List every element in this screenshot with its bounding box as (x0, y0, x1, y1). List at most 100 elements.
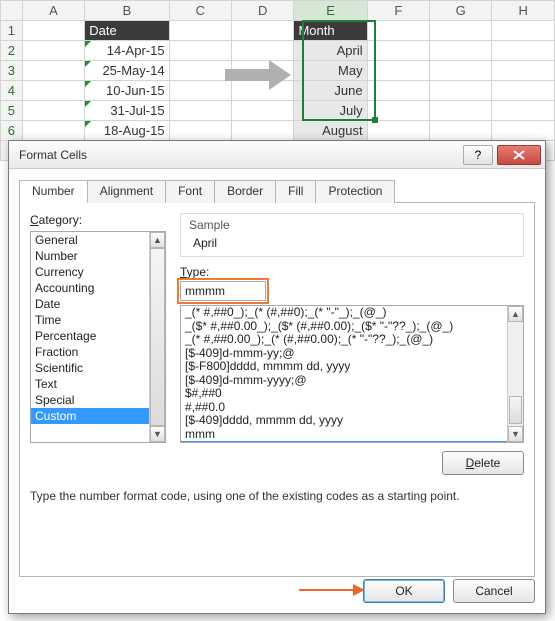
category-item[interactable]: Special (31, 392, 165, 408)
cell[interactable] (232, 101, 294, 121)
cell-E1[interactable]: Month (294, 21, 367, 41)
cell[interactable] (492, 121, 555, 141)
cell[interactable] (169, 41, 231, 61)
format-item[interactable]: [$-409]dddd, mmmm dd, yyyy (181, 414, 523, 428)
format-item[interactable]: [$-409]d-mmm-yy;@ (181, 347, 523, 361)
cell-B6[interactable]: 18-Aug-15 (85, 121, 169, 141)
cell[interactable] (492, 101, 555, 121)
format-item[interactable]: _(* #,##0.00_);_(* (#,##0.00);_(* "-"??_… (181, 333, 523, 347)
category-item[interactable]: Currency (31, 264, 165, 280)
cell[interactable] (22, 21, 84, 41)
cell[interactable] (232, 61, 294, 81)
category-item[interactable]: Scientific (31, 360, 165, 376)
cell[interactable] (430, 101, 492, 121)
cell[interactable] (492, 41, 555, 61)
category-item[interactable]: Date (31, 296, 165, 312)
row-header-6[interactable]: 6 (1, 121, 23, 141)
category-item[interactable]: General (31, 232, 165, 248)
scroll-thumb[interactable] (509, 396, 522, 424)
tab-protection[interactable]: Protection (315, 180, 395, 203)
scroll-down-icon[interactable]: ▼ (508, 426, 523, 442)
row-header-5[interactable]: 5 (1, 101, 23, 121)
col-header-D[interactable]: D (232, 1, 294, 21)
cell[interactable] (430, 121, 492, 141)
category-listbox[interactable]: General Number Currency Accounting Date … (30, 231, 166, 443)
scroll-up-icon[interactable]: ▲ (150, 232, 165, 248)
cell[interactable] (492, 81, 555, 101)
cell[interactable] (22, 101, 84, 121)
col-header-E[interactable]: E (294, 1, 367, 21)
scroll-down-icon[interactable]: ▼ (150, 426, 165, 442)
cell[interactable] (430, 81, 492, 101)
cell[interactable] (232, 21, 294, 41)
category-item[interactable]: Text (31, 376, 165, 392)
col-header-B[interactable]: B (85, 1, 169, 21)
tab-border[interactable]: Border (214, 180, 276, 203)
cell[interactable] (430, 21, 492, 41)
col-header-G[interactable]: G (430, 1, 492, 21)
cell[interactable] (367, 101, 429, 121)
format-item[interactable]: [$-409]d-mmm-yyyy;@ (181, 374, 523, 388)
cell[interactable] (367, 61, 429, 81)
cell[interactable] (22, 41, 84, 61)
format-item[interactable]: [$-F800]dddd, mmmm dd, yyyy (181, 360, 523, 374)
type-input[interactable] (180, 281, 266, 301)
row-header-3[interactable]: 3 (1, 61, 23, 81)
cell[interactable] (169, 121, 231, 141)
cell-B5[interactable]: 31-Jul-15 (85, 101, 169, 121)
format-code-listbox[interactable]: _(* #,##0_);_(* (#,##0);_(* "-"_);_(@_) … (180, 305, 524, 443)
cell[interactable] (492, 21, 555, 41)
category-item[interactable]: Percentage (31, 328, 165, 344)
cell[interactable] (169, 81, 231, 101)
cell-E6[interactable]: August (294, 121, 367, 141)
cell[interactable] (232, 121, 294, 141)
category-item-selected[interactable]: Custom (31, 408, 165, 424)
cell[interactable] (22, 121, 84, 141)
cell[interactable] (367, 121, 429, 141)
category-item[interactable]: Time (31, 312, 165, 328)
cell[interactable] (232, 81, 294, 101)
help-button[interactable]: ? (463, 145, 493, 165)
scroll-up-icon[interactable]: ▲ (508, 306, 523, 322)
row-header-4[interactable]: 4 (1, 81, 23, 101)
delete-button[interactable]: Delete (442, 451, 524, 475)
format-scrollbar[interactable]: ▲ ▼ (507, 306, 523, 442)
cell-B2[interactable]: 14-Apr-15 (85, 41, 169, 61)
tab-fill[interactable]: Fill (275, 180, 316, 203)
category-item[interactable]: Accounting (31, 280, 165, 296)
cell[interactable] (367, 21, 429, 41)
cell[interactable] (169, 101, 231, 121)
tab-alignment[interactable]: Alignment (87, 180, 166, 203)
row-header-2[interactable]: 2 (1, 41, 23, 61)
cell-B4[interactable]: 10-Jun-15 (85, 81, 169, 101)
dialog-titlebar[interactable]: Format Cells ? (9, 141, 545, 169)
cell[interactable] (367, 41, 429, 61)
cell-B3[interactable]: 25-May-14 (85, 61, 169, 81)
col-header-F[interactable]: F (367, 1, 429, 21)
tab-number[interactable]: Number (19, 180, 88, 203)
col-header-H[interactable]: H (492, 1, 555, 21)
spreadsheet-grid[interactable]: A B C D E F G H 1 Date Month 2 14-Apr-15… (0, 0, 555, 161)
tab-font[interactable]: Font (165, 180, 215, 203)
cell[interactable] (492, 61, 555, 81)
cell[interactable] (169, 21, 231, 41)
cell[interactable] (430, 41, 492, 61)
cell-E5[interactable]: July (294, 101, 367, 121)
cell[interactable] (169, 61, 231, 81)
category-item[interactable]: Number (31, 248, 165, 264)
ok-button[interactable]: OK (363, 579, 445, 603)
cell[interactable] (232, 41, 294, 61)
format-item[interactable]: #,##0.0 (181, 401, 523, 415)
category-scrollbar[interactable]: ▲ ▼ (149, 232, 165, 442)
cancel-button[interactable]: Cancel (453, 579, 535, 603)
select-all-corner[interactable] (1, 1, 23, 21)
format-item[interactable]: $#,##0 (181, 387, 523, 401)
format-item[interactable]: _(* #,##0_);_(* (#,##0);_(* "-"_);_(@_) (181, 306, 523, 320)
cell[interactable] (22, 61, 84, 81)
scroll-thumb[interactable] (150, 248, 165, 426)
cell-E3[interactable]: May (294, 61, 367, 81)
cell-E2[interactable]: April (294, 41, 367, 61)
col-header-C[interactable]: C (169, 1, 231, 21)
cell[interactable] (430, 61, 492, 81)
cell-B1[interactable]: Date (85, 21, 169, 41)
